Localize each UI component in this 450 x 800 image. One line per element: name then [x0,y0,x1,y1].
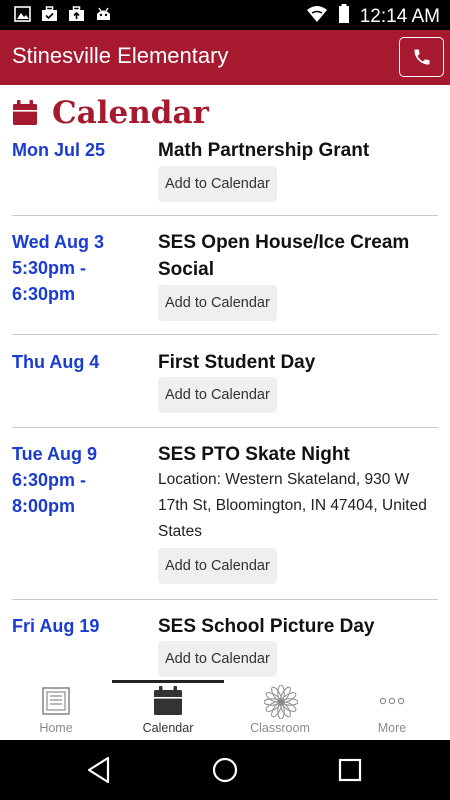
event-date: Mon Jul 25 [12,137,152,163]
event-date: Thu Aug 4 [12,349,152,375]
tab-label: Home [39,721,73,735]
calendar-icon [13,100,37,125]
briefcase-upload-icon [68,6,85,22]
phone-icon [414,49,429,65]
call-button[interactable] [399,37,444,77]
system-nav-bar [0,740,450,800]
event-title: SES PTO Skate Night [158,444,350,465]
bottom-tab-bar: Home Calendar Classroom More [0,680,450,740]
event-date-line: 8:00pm [12,496,76,516]
event-location: Location: Western Skateland, 930 W 17th … [158,471,427,540]
status-icons-right: 12:14 AM [306,4,440,30]
event-date-line: Fri Aug 19 [12,616,100,636]
divider [12,215,438,216]
image-icon [14,6,31,22]
divider [12,334,438,335]
status-bar: 12:14 AM [0,0,450,30]
flower-icon [264,685,298,719]
event-title: SES School Picture Day [158,616,375,637]
status-time: 12:14 AM [359,6,440,27]
event-title: SES Open House/Ice Cream Social [158,232,410,280]
tab-calendar[interactable]: Calendar [112,680,224,740]
event-date: Wed Aug 3 5:30pm - 6:30pm [12,229,152,307]
tab-more[interactable]: More [336,680,448,740]
section-title: Calendar [52,95,209,131]
add-to-calendar-button[interactable]: Add to Calendar [158,548,277,584]
event-date-line: 6:30pm - [12,470,87,490]
briefcase-check-icon [41,6,58,22]
calendar-icon [154,686,182,715]
tab-label: Calendar [142,721,194,735]
add-to-calendar-button[interactable]: Add to Calendar [158,641,277,677]
event-title: First Student Day [158,352,316,373]
tab-classroom[interactable]: Classroom [224,680,336,740]
event-date-line: Thu Aug 4 [12,352,100,372]
recents-icon[interactable] [338,758,362,782]
event-date-line: Tue Aug 9 [12,444,97,464]
app-title: Stinesville Elementary [12,43,229,68]
add-to-calendar-button[interactable]: Add to Calendar [158,285,277,321]
tab-label: More [377,721,407,735]
event-date-line: 6:30pm [12,284,76,304]
add-to-calendar-button[interactable]: Add to Calendar [158,166,277,202]
back-icon[interactable] [86,756,112,784]
battery-icon [338,4,350,30]
event-date-line: Mon Jul 25 [12,140,106,160]
tab-label: Classroom [250,721,310,735]
android-icon [95,6,112,22]
divider [12,427,438,428]
tab-home[interactable]: Home [0,680,112,740]
home-circle-icon[interactable] [211,756,239,784]
divider [12,599,438,600]
document-icon [42,687,70,715]
event-date: Tue Aug 9 6:30pm - 8:00pm [12,441,152,519]
add-to-calendar-button[interactable]: Add to Calendar [158,377,277,413]
ellipsis-icon [379,697,405,705]
event-date: Fri Aug 19 [12,613,152,639]
event-date-line: Wed Aug 3 [12,232,105,252]
section-header: Calendar [12,95,209,131]
status-icons-left [14,6,112,22]
app-bar: Stinesville Elementary [0,30,450,85]
calendar-content[interactable]: Calendar Mon Jul 25 Math Partnership Gra… [0,85,450,680]
wifi-icon [306,5,328,29]
event-title: Math Partnership Grant [158,140,370,161]
event-date-line: 5:30pm - [12,258,87,278]
